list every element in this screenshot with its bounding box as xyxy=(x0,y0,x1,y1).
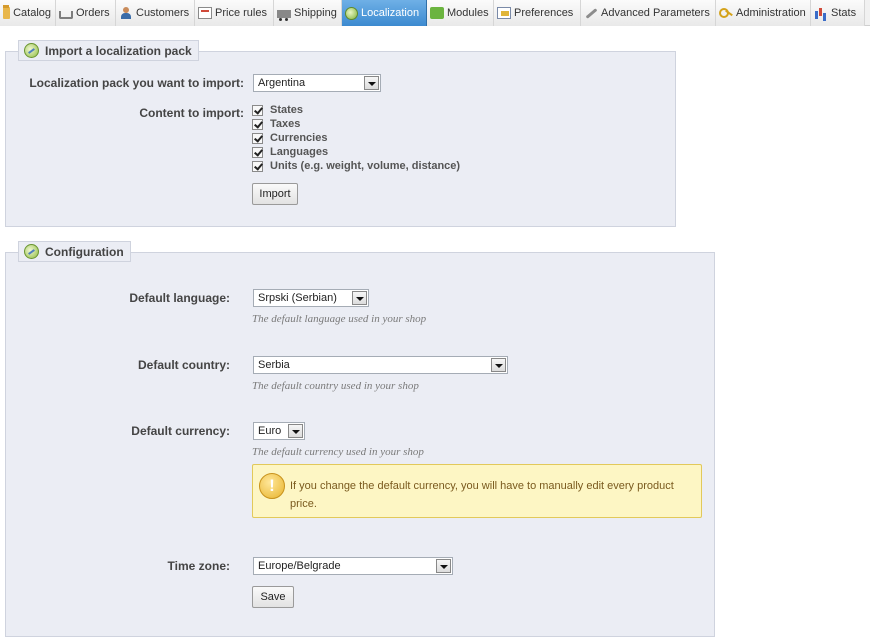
option-taxes[interactable]: Taxes xyxy=(252,117,300,131)
customer-icon xyxy=(119,7,133,19)
option-states[interactable]: States xyxy=(252,103,303,117)
main-tab-bar: Catalog Orders Customers Price rules Shi… xyxy=(0,0,870,26)
tab-stats[interactable]: Stats xyxy=(811,0,865,26)
option-label: States xyxy=(270,104,304,116)
default-currency-label: Default currency: xyxy=(131,424,230,438)
units-checkbox[interactable] xyxy=(252,160,263,172)
tab-modules[interactable]: Modules xyxy=(427,0,494,26)
tab-label: Catalog xyxy=(13,7,51,19)
folder-icon xyxy=(3,5,11,19)
tab-label: Shipping xyxy=(294,7,337,19)
timezone-select[interactable]: Europe/Belgrade xyxy=(253,557,453,575)
globe-icon xyxy=(24,43,39,58)
default-language-select[interactable]: Srpski (Serbian) xyxy=(253,289,369,307)
chevron-down-icon xyxy=(436,559,451,573)
configuration-legend: Configuration xyxy=(18,241,131,262)
tab-label: Stats xyxy=(831,7,857,19)
default-country-select[interactable]: Serbia xyxy=(253,356,508,374)
currencies-checkbox[interactable] xyxy=(252,132,263,144)
pack-label: Localization pack you want to import: xyxy=(29,76,244,90)
key-icon xyxy=(719,7,733,19)
language-select-value: Srpski (Serbian) xyxy=(258,292,337,304)
default-country-label: Default country: xyxy=(137,358,230,372)
localization-pack-select[interactable]: Argentina xyxy=(253,74,381,92)
globe-icon xyxy=(345,6,358,20)
chevron-down-icon xyxy=(288,424,303,438)
save-button[interactable]: Save xyxy=(252,586,294,608)
option-units[interactable]: Units (e.g. weight, volume, distance) xyxy=(252,159,460,173)
pack-select-value: Argentina xyxy=(258,77,306,89)
tab-price-rules[interactable]: Price rules xyxy=(195,0,274,26)
stats-icon xyxy=(814,7,828,19)
tab-label: Advanced Parameters xyxy=(601,7,710,19)
tab-catalog[interactable]: Catalog xyxy=(0,0,56,26)
chevron-down-icon xyxy=(491,358,506,372)
import-panel-legend: Import a localization pack xyxy=(18,40,199,61)
default-currency-hint: The default currency used in your shop xyxy=(252,446,424,458)
option-label: Units (e.g. weight, volume, distance) xyxy=(270,160,461,172)
configuration-title: Configuration xyxy=(45,244,124,259)
tab-advanced-parameters[interactable]: Advanced Parameters xyxy=(581,0,716,26)
chevron-down-icon xyxy=(364,76,379,90)
tab-preferences[interactable]: Preferences xyxy=(494,0,581,26)
default-currency-select[interactable]: Euro xyxy=(253,422,305,440)
default-country-hint: The default country used in your shop xyxy=(252,380,419,392)
preferences-icon xyxy=(497,7,511,19)
default-language-label: Default language: xyxy=(129,291,230,305)
currency-select-value: Euro xyxy=(258,425,282,437)
states-checkbox[interactable] xyxy=(252,104,263,116)
tab-administration[interactable]: Administration xyxy=(716,0,811,26)
tab-customers[interactable]: Customers xyxy=(116,0,195,26)
currency-warning-text: If you change the default currency, you … xyxy=(290,480,674,510)
default-language-hint: The default language used in your shop xyxy=(252,313,427,325)
tab-label: Modules xyxy=(447,7,489,19)
option-label: Taxes xyxy=(270,118,301,130)
tab-label: Customers xyxy=(136,7,190,19)
import-button[interactable]: Import xyxy=(252,183,298,205)
timezone-select-value: Europe/Belgrade xyxy=(258,560,341,572)
warning-icon: ! xyxy=(259,473,285,499)
configuration-panel xyxy=(5,252,715,637)
wrench-icon xyxy=(584,7,598,19)
puzzle-icon xyxy=(430,7,444,19)
currency-warning-box: ! If you change the default currency, yo… xyxy=(252,464,702,518)
content-label: Content to import: xyxy=(139,106,244,120)
chevron-down-icon xyxy=(352,291,367,305)
languages-checkbox[interactable] xyxy=(252,146,263,158)
tab-label: Localization xyxy=(361,7,420,19)
cart-icon xyxy=(59,11,73,19)
tab-label: Orders xyxy=(76,7,110,19)
timezone-label: Time zone: xyxy=(167,559,230,573)
tab-label: Preferences xyxy=(514,7,574,19)
option-label: Currencies xyxy=(270,132,328,144)
globe-icon xyxy=(24,244,39,259)
country-select-value: Serbia xyxy=(258,359,290,371)
option-label: Languages xyxy=(270,146,329,158)
truck-icon xyxy=(277,10,291,21)
import-panel-title: Import a localization pack xyxy=(45,43,192,58)
tab-shipping[interactable]: Shipping xyxy=(274,0,342,26)
taxes-checkbox[interactable] xyxy=(252,118,263,130)
option-currencies[interactable]: Currencies xyxy=(252,131,327,145)
tab-label: Price rules xyxy=(215,7,267,19)
tab-localization[interactable]: Localization xyxy=(342,0,427,26)
tab-orders[interactable]: Orders xyxy=(56,0,116,26)
option-languages[interactable]: Languages xyxy=(252,145,328,159)
price-tag-icon xyxy=(198,7,212,19)
tab-label: Administration xyxy=(736,7,806,19)
